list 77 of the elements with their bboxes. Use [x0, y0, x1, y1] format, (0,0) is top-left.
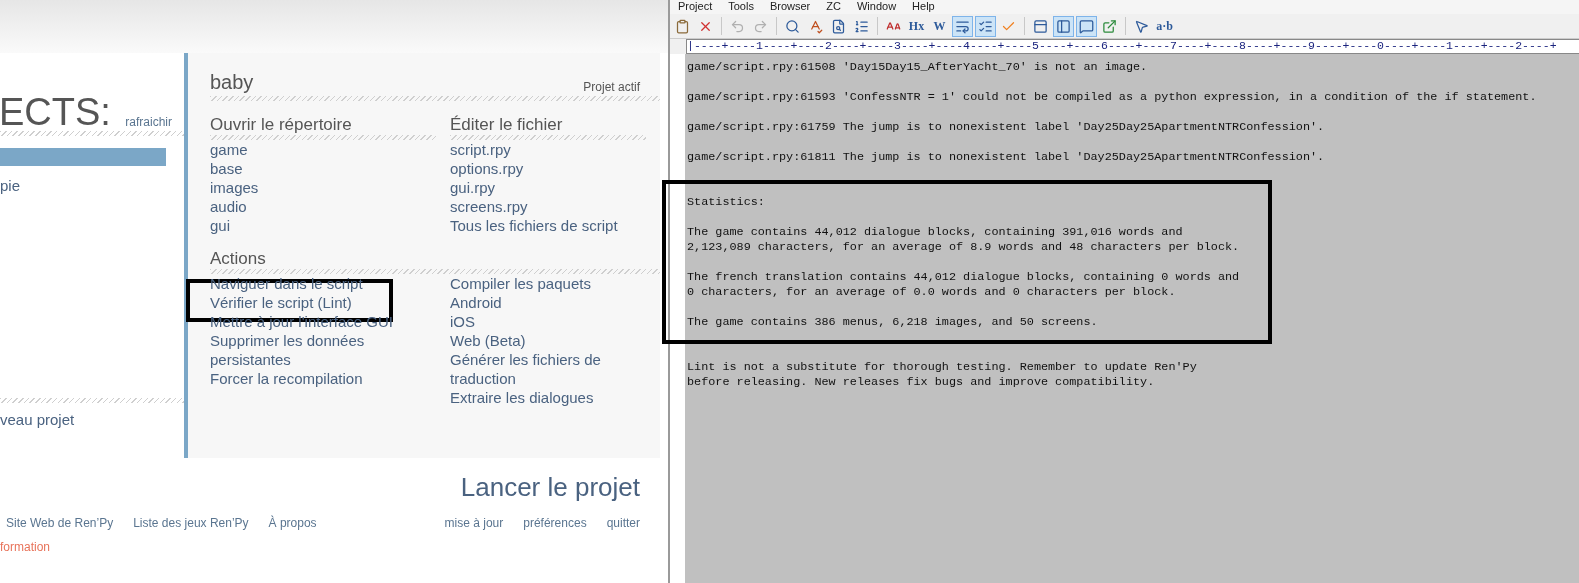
log-line: game/script.rpy:61508 'Day15Day15_AfterYacht_70' is not an image. — [687, 60, 1149, 75]
menu-item[interactable]: Browser — [769, 0, 811, 14]
log-line: The game contains 386 menus, 6,218 images, and 50 screens. — [687, 315, 1099, 330]
notice-text: formation — [0, 540, 52, 554]
footer-link[interactable]: Liste des jeux Ren’Py — [133, 516, 249, 530]
active-project-label: Projet actif — [583, 80, 640, 94]
launcher-link[interactable]: script.rpy — [450, 140, 511, 159]
action-link[interactable]: Web (Beta) — [450, 331, 526, 350]
action-link[interactable]: Mettre à jour l'interface GUI — [210, 312, 393, 331]
footer-link[interactable]: Site Web de Ren’Py — [6, 516, 114, 530]
action-link[interactable]: Compiler les paquets — [450, 274, 591, 293]
project-name: baby — [210, 71, 254, 94]
undo-icon — [730, 18, 745, 34]
search-icon — [785, 18, 800, 34]
menu-item[interactable]: Window — [856, 0, 897, 14]
footer-link[interactable]: mise à jour — [444, 516, 504, 530]
launcher-link[interactable]: game — [210, 140, 248, 159]
log-line: game/script.rpy:61759 The jump is to nonexistent label 'Day25Day25ApartmentNTRConfession'. — [687, 120, 1326, 135]
action-link[interactable]: Générer les fichiers de traduction — [450, 350, 646, 388]
pointer-icon — [1134, 18, 1149, 34]
action-link[interactable]: Forcer la recompilation — [210, 369, 363, 388]
menu-item[interactable]: ZC — [826, 0, 841, 14]
action-link[interactable]: Supprimer les données persistantes — [210, 331, 436, 369]
log-line: 0 characters, for an average of 0.0 words and 0 characters per block. — [687, 285, 1177, 300]
panel-icon — [1033, 18, 1048, 34]
launcher-link[interactable]: options.rpy — [450, 159, 524, 178]
launcher-link[interactable]: Tous les fichiers de script — [450, 216, 618, 235]
ruler: |----+----1----+----2----+----3----+----4----+----5----+----6----+----7----+----8----+----9----+----0----+----1----+----2----+ — [687, 40, 1557, 52]
clipboard-icon — [675, 18, 690, 34]
menu-item[interactable]: Project — [678, 0, 713, 14]
launcher-link[interactable]: gui — [210, 216, 231, 235]
section-title: Ouvrir le répertoire — [210, 115, 353, 135]
toolbar-button[interactable]: a·b — [1154, 15, 1175, 37]
file-search-icon — [831, 18, 846, 34]
list-icon — [978, 18, 993, 34]
log-line: game/script.rpy:61593 'ConfessNTR = 1' could not be compiled as a python expression, in a condition of the if statement. — [687, 90, 1538, 105]
launcher-link[interactable]: base — [210, 159, 243, 178]
message-icon — [1079, 18, 1094, 34]
spellcheck-icon — [808, 18, 823, 34]
action-link[interactable]: Extraire les dialogues — [450, 388, 594, 407]
toolbar-button[interactable] — [1076, 15, 1097, 37]
numbered-list-icon — [854, 18, 869, 34]
launcher-link[interactable]: images — [210, 178, 259, 197]
log-line: before releasing. New releases fix bugs and improve compatibility. — [687, 375, 1156, 390]
action-link[interactable]: Android — [450, 293, 502, 312]
footer-link[interactable]: quitter — [606, 516, 640, 530]
menu-item[interactable]: Tools — [728, 0, 754, 14]
redo-icon — [753, 18, 768, 34]
toolbar-button[interactable] — [952, 15, 973, 37]
log-line: 2,123,089 characters, for an average of 8.9 words and 48 characters per block. — [687, 240, 1241, 255]
sidebar-icon — [1056, 18, 1071, 34]
log-line: The french translation contains 44,012 dialogue blocks, containing 0 words and — [687, 270, 1241, 285]
log-line: game/script.rpy:61811 The jump is to nonexistent label 'Day25Day25ApartmentNTRConfession'. — [687, 150, 1326, 165]
refresh-link[interactable]: rafraichir — [125, 115, 172, 129]
action-link[interactable]: iOS — [450, 312, 475, 331]
section-title: Éditer le fichier — [450, 115, 564, 135]
wrap-text-icon — [955, 18, 970, 34]
section-title: Actions — [210, 249, 267, 269]
log-line: Lint is not a substitute for thorough testing. Remember to update Ren'Py — [687, 360, 1198, 375]
popout-icon — [1102, 18, 1117, 34]
launcher-link[interactable]: gui.rpy — [450, 178, 496, 197]
log-line: Statistics: — [687, 195, 766, 210]
new-project-link[interactable]: veau projet — [0, 411, 184, 428]
project-entry[interactable]: pie — [0, 177, 166, 195]
toolbar-button[interactable] — [1053, 15, 1074, 37]
toolbar-button[interactable]: W — [929, 15, 950, 37]
projects-heading: ECTS: — [0, 93, 111, 131]
toolbar-button[interactable]: Hx — [906, 15, 927, 37]
launch-project-button[interactable]: Lancer le projet — [460, 472, 640, 514]
footer-link[interactable]: À propos — [268, 516, 317, 530]
toolbar-button[interactable] — [975, 15, 996, 37]
launcher-link[interactable]: screens.rpy — [450, 197, 528, 216]
action-link[interactable]: Vérifier le script (Lint) — [210, 293, 352, 312]
footer-link[interactable]: préférences — [523, 516, 587, 530]
menu-item[interactable]: Help — [912, 0, 935, 14]
launcher-link[interactable]: audio — [210, 197, 247, 216]
log-line: The game contains 44,012 dialogue blocks, containing 391,016 words and — [687, 225, 1184, 240]
